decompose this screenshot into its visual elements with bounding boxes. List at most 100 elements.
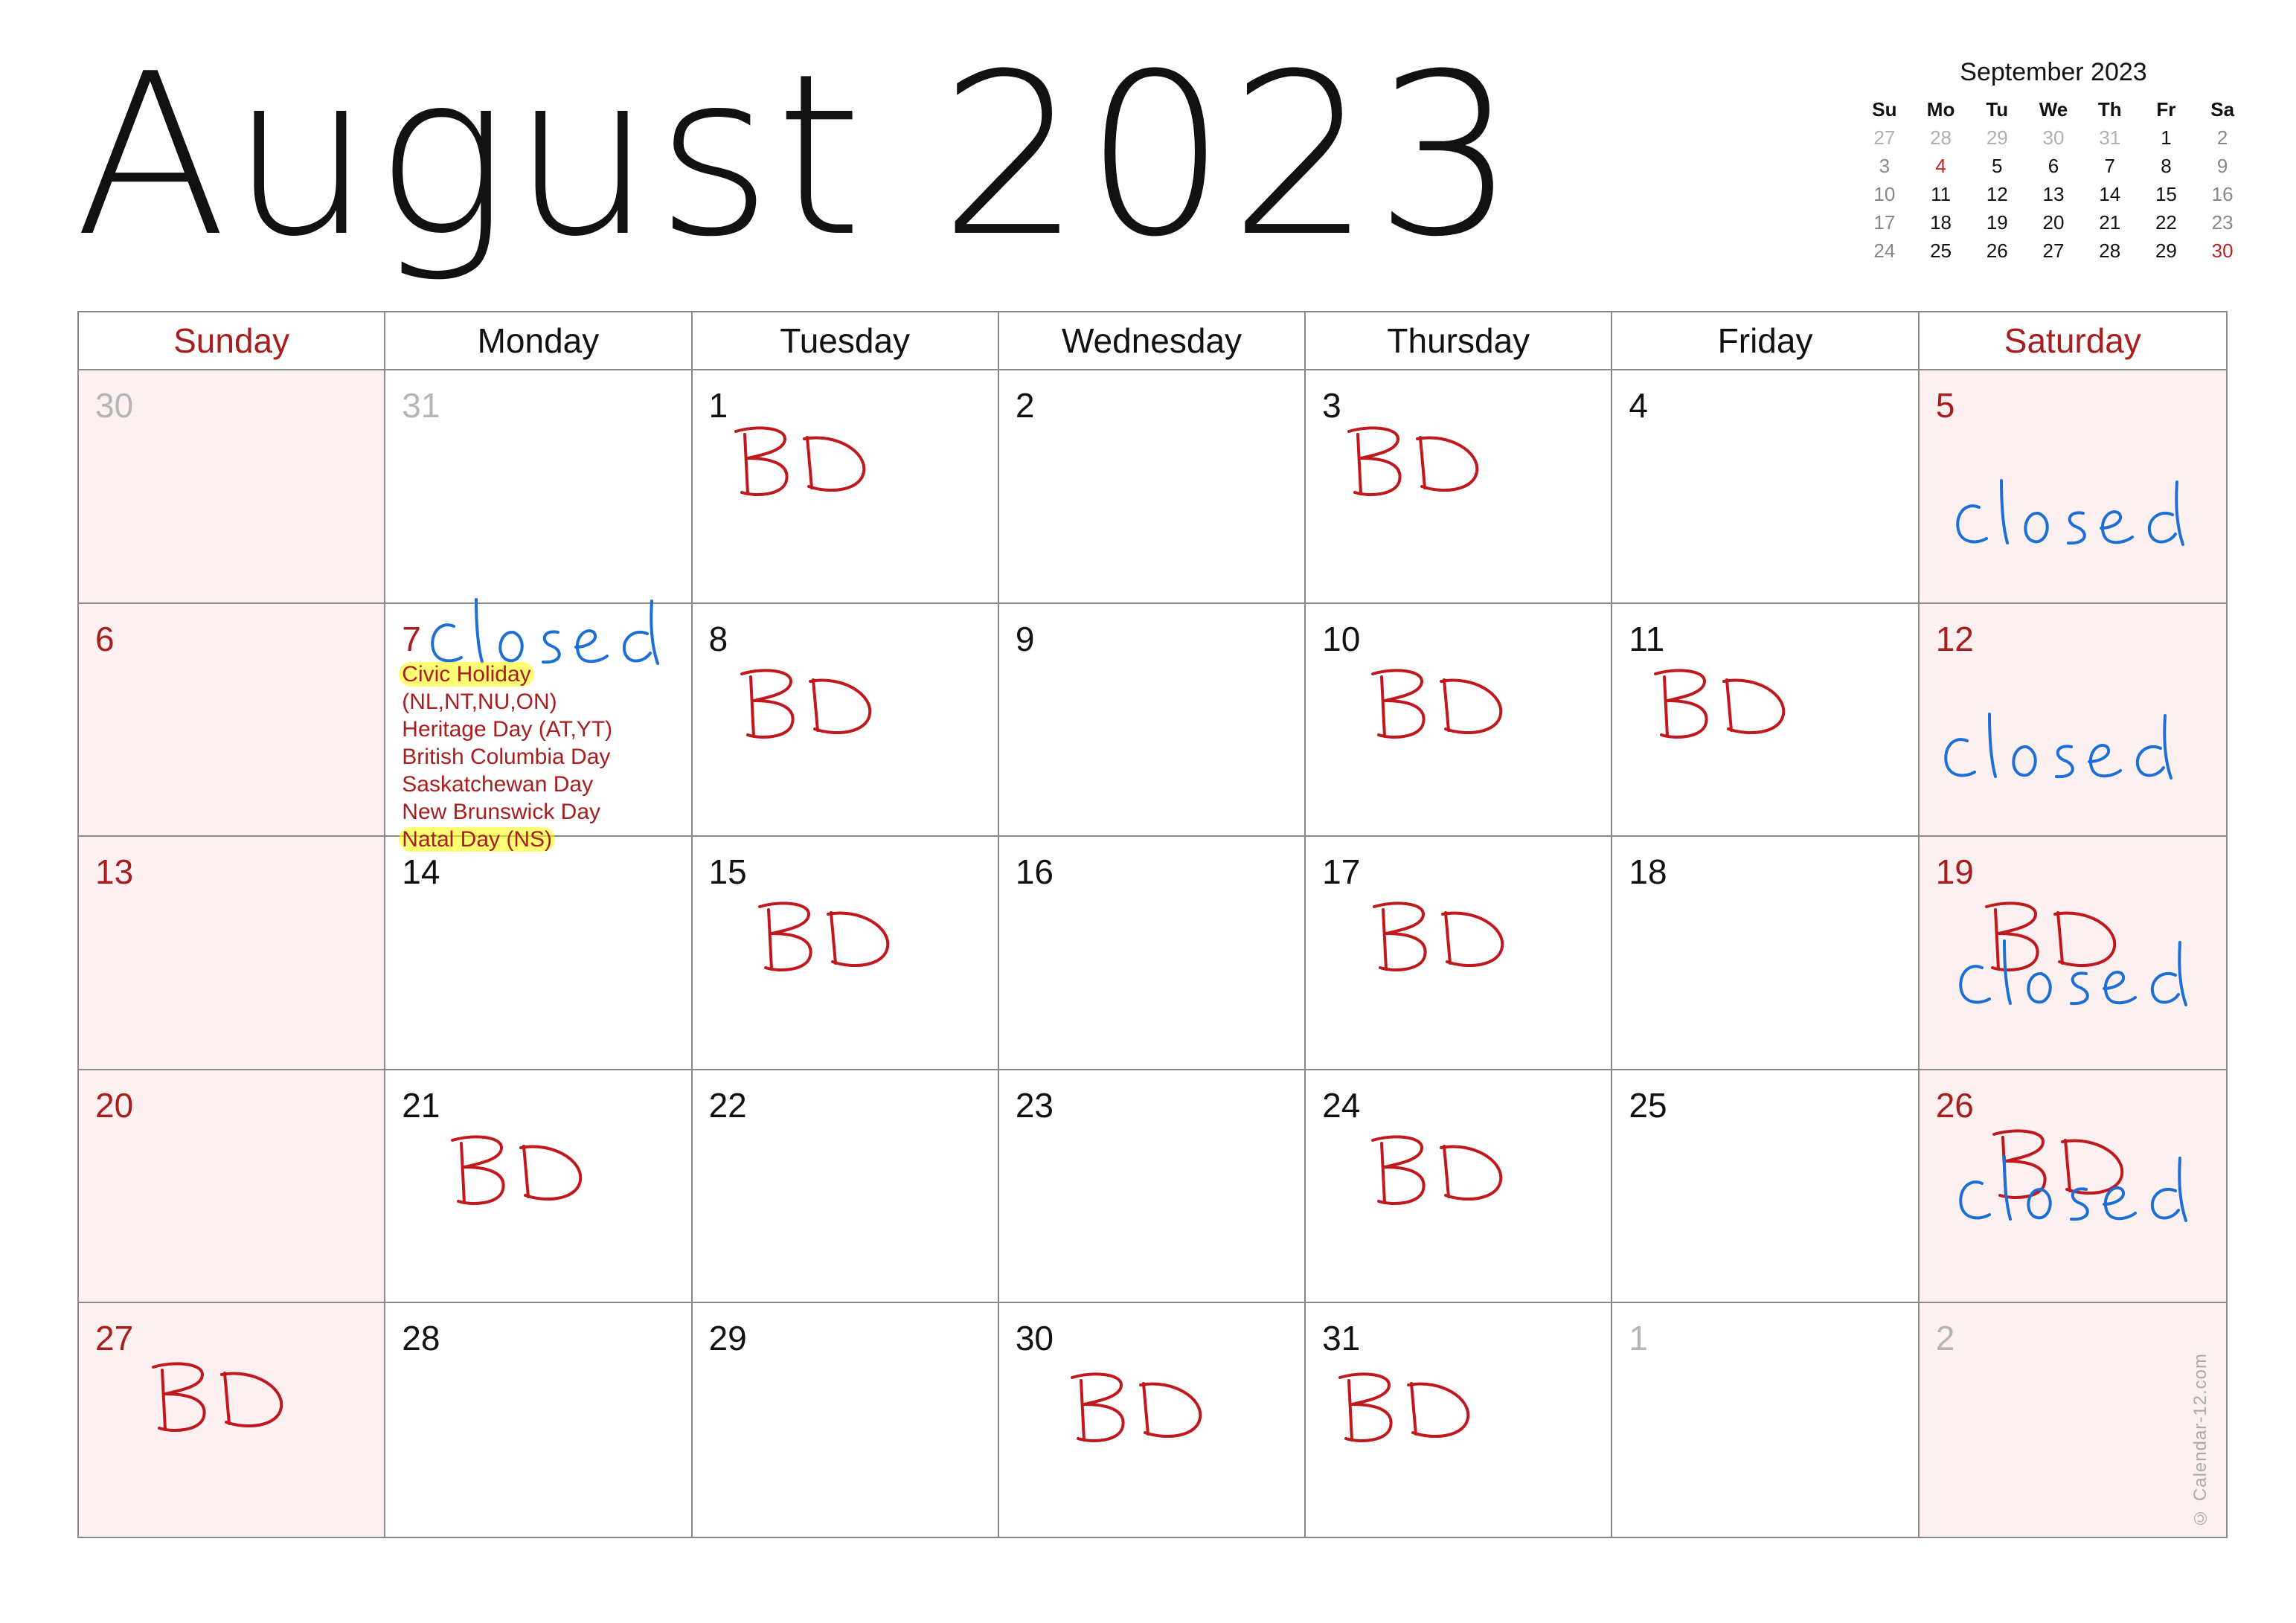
mini-day: 28: [2099, 240, 2121, 262]
day-number: 4: [1629, 386, 1649, 425]
day-number: 20: [95, 1085, 134, 1125]
mini-day: 19: [1986, 211, 2008, 234]
mini-day: 29: [2155, 240, 2177, 262]
weekday-sunday: Sunday: [79, 312, 386, 369]
day-number: 27: [95, 1319, 134, 1358]
day-number: 31: [1322, 1319, 1361, 1358]
day-number: 3: [1322, 386, 1341, 425]
mini-header: Sa: [2210, 98, 2235, 120]
mini-header: Fr: [2156, 98, 2176, 120]
handwritten-bd: [1364, 898, 1513, 980]
day-cell: 22: [692, 1070, 999, 1304]
mini-day: 7: [2104, 155, 2115, 177]
day-number: 17: [1322, 852, 1361, 892]
day-number: 18: [1629, 852, 1667, 892]
mini-day: 2: [2216, 126, 2228, 149]
holiday-item: Heritage Day (AT,YT): [402, 716, 613, 742]
mini-day: 17: [1873, 211, 1896, 234]
day-cell: 3: [1306, 370, 1613, 604]
day-number: 1: [708, 386, 728, 425]
day-cell: 2: [1919, 1303, 2226, 1537]
mini-day: 18: [1930, 211, 1952, 234]
handwritten-closed: [1949, 475, 2195, 556]
mini-day: 1: [2161, 126, 2172, 149]
day-number: 23: [1015, 1085, 1054, 1125]
day-cell: 18: [1612, 837, 1920, 1070]
mini-day: 13: [2042, 183, 2065, 205]
day-cell: 4: [1612, 370, 1920, 604]
handwritten-bd: [725, 422, 874, 504]
handwritten-closed: [1952, 935, 2198, 1017]
mini-day: 30: [2211, 240, 2234, 262]
day-number: 10: [1322, 619, 1361, 658]
day-cell: 30: [79, 370, 386, 604]
mini-calendar-title: September 2023: [1960, 58, 2147, 86]
day-number: 29: [708, 1319, 747, 1358]
day-cell: 9: [998, 603, 1306, 838]
weekday-monday: Monday: [385, 312, 693, 369]
mini-day: 15: [2155, 183, 2177, 205]
mini-day: 11: [1931, 183, 1952, 205]
day-cell: 26: [1919, 1070, 2226, 1304]
day-cell: 13: [79, 837, 386, 1070]
handwritten-bd: [1330, 1369, 1478, 1450]
weekday-wednesday: Wednesday: [999, 312, 1306, 369]
mini-day: 14: [2099, 183, 2121, 205]
day-number: 22: [708, 1085, 747, 1125]
weekday-tuesday: Tuesday: [693, 312, 999, 369]
day-number: 13: [95, 852, 134, 892]
page-title: August 2023: [74, 26, 1520, 286]
mini-header: We: [2039, 98, 2068, 120]
day-cell: 16: [998, 837, 1306, 1070]
weekday-thursday: Thursday: [1306, 312, 1613, 369]
mini-day: 3: [1879, 155, 1891, 177]
mini-day: 16: [2211, 183, 2234, 205]
day-cell: 5: [1919, 370, 2226, 604]
mini-calendar-grid: Su Mo Tu We Th Fr Sa 27 28 29 30 31 1 2 3 4 5 6 7 8 9 10 11 12 1…: [1856, 97, 2251, 263]
day-cell: 11: [1612, 603, 1920, 838]
handwritten-bd: [1338, 422, 1487, 504]
mini-day: 29: [1986, 126, 2008, 149]
holiday-item: British Columbia Day: [402, 744, 611, 769]
calendar-days: 30 31 1 2 3 4 5 6 7 Civic Holiday (NL,NT,NU,ON) Her…: [79, 370, 2226, 1537]
weekday-saturday: Saturday: [2004, 321, 2141, 360]
day-cell: 6: [79, 603, 386, 838]
day-cell: 31: [1306, 1303, 1613, 1537]
mini-header: Su: [1872, 98, 1897, 120]
handwritten-bd: [143, 1358, 292, 1440]
day-cell: 30: [999, 1303, 1306, 1537]
day-cell: 2: [998, 370, 1306, 604]
day-number: 19: [1935, 852, 1974, 892]
handwritten-closed: [1937, 708, 2183, 790]
day-number: 16: [1015, 852, 1054, 892]
handwritten-bd: [1645, 665, 1794, 747]
handwritten-bd: [731, 665, 880, 747]
mini-day: 24: [1873, 240, 1896, 262]
mini-day: 6: [2048, 155, 2059, 177]
mini-day: 30: [2042, 126, 2065, 149]
day-number: 26: [1935, 1085, 1974, 1125]
day-number: 5: [1935, 386, 1955, 425]
day-number: 8: [708, 619, 728, 658]
day-number: 11: [1629, 619, 1665, 658]
day-cell: 28: [385, 1303, 693, 1537]
day-number: 12: [1935, 619, 1974, 658]
day-number: 30: [1015, 1319, 1054, 1358]
mini-day: 9: [2216, 155, 2228, 177]
day-cell: 8: [692, 603, 999, 838]
mini-day: 31: [2099, 126, 2121, 149]
day-cell: 27: [79, 1303, 386, 1537]
holiday-list: Civic Holiday (NL,NT,NU,ON) Heritage Day (…: [399, 661, 613, 853]
mini-day: 4: [1935, 155, 1946, 177]
day-number: 2: [1935, 1319, 1955, 1358]
handwritten-closed: [1952, 1151, 2198, 1232]
weekday-friday: Friday: [1612, 312, 1920, 369]
day-cell: 29: [693, 1303, 999, 1537]
month-calendar: Sunday Monday Tuesday Wednesday Thursday…: [77, 311, 2228, 1538]
day-number: 31: [402, 386, 440, 425]
day-number: 2: [1015, 386, 1035, 425]
mini-day: 5: [1992, 155, 2003, 177]
day-cell: 7 Civic Holiday (NL,NT,NU,ON) Heritage Day …: [385, 597, 693, 852]
day-number: 7: [402, 619, 421, 658]
day-number: 28: [402, 1319, 440, 1358]
